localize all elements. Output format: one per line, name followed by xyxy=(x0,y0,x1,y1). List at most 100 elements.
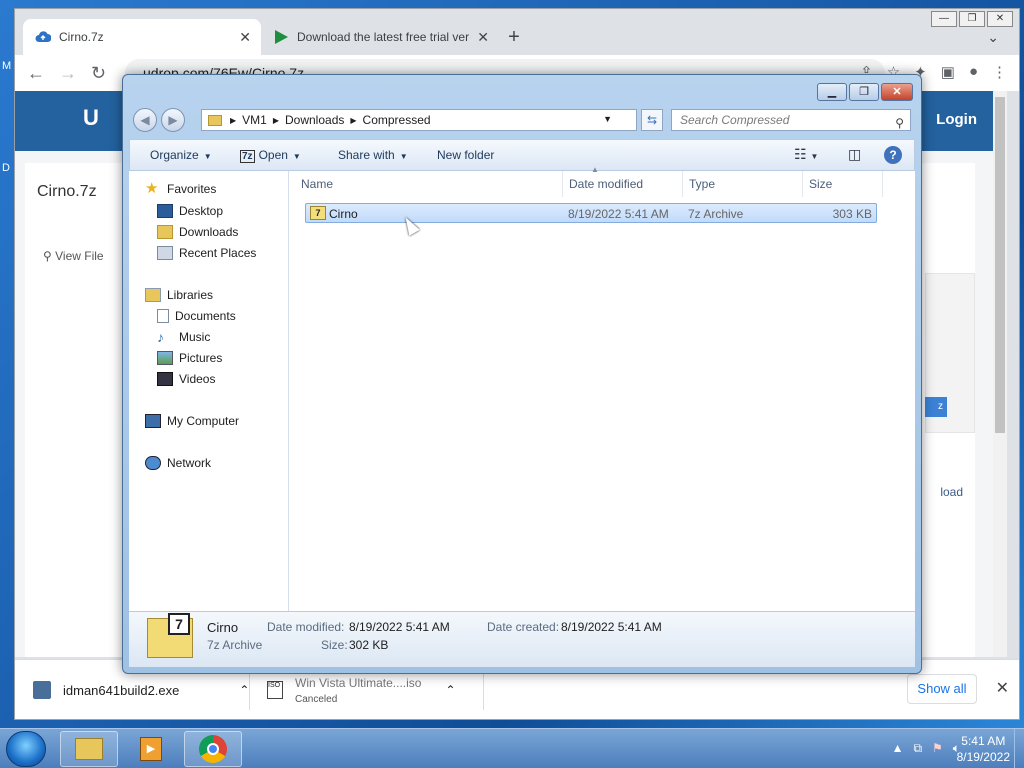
help-icon[interactable]: ? xyxy=(884,146,902,164)
search-icon[interactable]: ⚲ xyxy=(895,113,904,133)
command-bar: Organize ▼ 7z Open ▼ Share with ▼ New folder… xyxy=(129,139,915,171)
scrollbar-thumb[interactable] xyxy=(995,97,1005,433)
nav-music[interactable]: ♪ Music xyxy=(157,327,210,347)
chevron-down-icon[interactable]: ▼ xyxy=(603,114,612,124)
downloads-folder-icon xyxy=(157,225,173,239)
taskbar-chrome[interactable] xyxy=(184,731,242,767)
column-header-date[interactable]: Date modified xyxy=(563,171,683,197)
eye-icon: ⚲ xyxy=(43,249,56,263)
action-center-flag-icon[interactable]: ⚑ xyxy=(932,741,943,756)
login-link[interactable]: Login xyxy=(936,111,977,128)
view-file-link[interactable]: ⚲ View File xyxy=(43,249,104,263)
column-header-type[interactable]: Type xyxy=(683,171,803,197)
back-icon[interactable]: ◀ xyxy=(133,108,157,132)
breadcrumb[interactable]: ▶ VM1 ▶ Downloads ▶ Compressed ▼ xyxy=(201,109,637,131)
organize-button[interactable]: Organize ▼ xyxy=(150,148,212,162)
share-with-button[interactable]: Share with ▼ xyxy=(338,148,408,162)
chevron-right-icon[interactable]: ▶ xyxy=(230,116,236,125)
open-button[interactable]: 7z Open ▼ xyxy=(240,148,301,163)
chevron-up-icon[interactable]: ⌃ xyxy=(239,683,249,697)
chevron-down-icon[interactable]: ⌄ xyxy=(987,29,999,46)
file-row[interactable]: 7 Cirno 8/19/2022 5:41 AM 7z Archive 303… xyxy=(305,203,877,223)
nav-label: Network xyxy=(167,456,212,470)
show-all-button[interactable]: Show all xyxy=(907,674,977,704)
nav-pictures[interactable]: Pictures xyxy=(157,348,222,368)
breadcrumb-item[interactable]: Compressed xyxy=(363,113,431,127)
nav-videos[interactable]: Videos xyxy=(157,369,215,389)
desktop-icon xyxy=(157,204,173,218)
preview-pane-icon[interactable]: ◫ xyxy=(848,146,861,163)
file-list: Name ▲ Date modified Type Size 7 Cirno 8… xyxy=(289,165,915,611)
nav-label: My Computer xyxy=(167,414,240,428)
tab-close-icon[interactable]: ✕ xyxy=(477,29,489,46)
back-icon[interactable]: ← xyxy=(27,63,45,84)
close-button[interactable]: ✕ xyxy=(881,83,913,101)
profile-icon[interactable]: ● xyxy=(969,63,978,81)
refresh-icon[interactable]: ⇆ xyxy=(641,109,663,131)
column-header-size[interactable]: Size xyxy=(803,171,883,197)
tab-cirno[interactable]: Cirno.7z ✕ xyxy=(23,19,261,55)
taskbar-media-player[interactable]: ▶ xyxy=(122,731,180,767)
nav-label: Libraries xyxy=(167,288,214,302)
show-desktop-button[interactable] xyxy=(1014,729,1024,768)
column-header-name[interactable]: Name xyxy=(295,171,563,197)
download-link[interactable]: load xyxy=(940,485,963,499)
breadcrumb-item[interactable]: Downloads xyxy=(285,113,344,127)
file-title: Cirno.7z xyxy=(37,183,97,200)
nav-label: Pictures xyxy=(179,351,223,365)
navigation-pane: ★ Favorites Desktop Downloads Recent Pla… xyxy=(129,171,289,611)
download-button[interactable]: z xyxy=(925,397,947,417)
chevron-up-icon[interactable]: ⌃ xyxy=(445,683,455,697)
taskbar-explorer[interactable] xyxy=(60,731,118,767)
nav-favorites[interactable]: ★ Favorites xyxy=(145,179,216,199)
site-logo[interactable]: U xyxy=(83,105,99,131)
new-folder-button[interactable]: New folder xyxy=(437,148,494,162)
new-tab-button[interactable]: + xyxy=(499,19,529,55)
tab-close-icon[interactable]: ✕ xyxy=(239,29,251,46)
menu-icon[interactable]: ⋮ xyxy=(992,63,1007,81)
chevron-up-icon[interactable]: ▲ xyxy=(892,741,904,756)
forward-icon[interactable]: ▶ xyxy=(161,108,185,132)
nav-my-computer[interactable]: My Computer xyxy=(145,411,239,431)
detail-modified: 8/19/2022 5:41 AM xyxy=(349,620,450,634)
nav-libraries[interactable]: Libraries xyxy=(145,285,213,305)
reload-icon[interactable]: ↻ xyxy=(91,63,106,84)
view-file-label: View File xyxy=(55,249,104,263)
search-placeholder: Search Compressed xyxy=(680,113,790,127)
maximize-button[interactable]: ❐ xyxy=(959,11,985,27)
tab-download-trial[interactable]: Download the latest free trial ver ✕ xyxy=(261,19,499,55)
view-options-icon[interactable]: ☷ ▼ xyxy=(794,146,818,163)
detail-size: 302 KB xyxy=(349,638,389,652)
breadcrumb-item[interactable]: VM1 xyxy=(242,113,267,127)
nav-label: Downloads xyxy=(179,225,239,239)
file-size: 303 KB xyxy=(832,207,872,221)
nav-documents[interactable]: Documents xyxy=(157,306,236,326)
page-scrollbar[interactable] xyxy=(993,91,1007,657)
column-label: Date modified xyxy=(569,177,644,191)
detail-created-label: Date created: xyxy=(487,620,560,634)
forward-icon[interactable]: → xyxy=(59,63,77,84)
chrome-icon xyxy=(199,735,227,763)
explorer-window: ▁ ❐ ✕ ◀ ▶ ▶ VM1 ▶ Downloads ▶ Compressed… xyxy=(122,74,922,674)
side-panel-icon[interactable]: ▣ xyxy=(941,63,955,81)
clock[interactable]: 5:41 AM 8/19/2022 xyxy=(957,733,1010,765)
chevron-right-icon[interactable]: ▶ xyxy=(350,116,356,125)
close-button[interactable]: ✕ xyxy=(987,11,1013,27)
minimize-button[interactable]: ▁ xyxy=(817,83,847,101)
nav-downloads[interactable]: Downloads xyxy=(157,222,238,242)
chevron-right-icon[interactable]: ▶ xyxy=(273,116,279,125)
search-input[interactable]: Search Compressed ⚲ xyxy=(671,109,911,131)
pictures-icon xyxy=(157,351,173,365)
start-button[interactable] xyxy=(6,731,46,767)
nav-desktop[interactable]: Desktop xyxy=(157,201,223,221)
close-icon[interactable]: ✕ xyxy=(996,678,1009,698)
maximize-button[interactable]: ❐ xyxy=(849,83,879,101)
network-icon[interactable]: ⧉ xyxy=(913,741,922,756)
address-row: ◀ ▶ ▶ VM1 ▶ Downloads ▶ Compressed ▼ ⇆ S… xyxy=(131,105,915,135)
nav-network[interactable]: Network xyxy=(145,453,211,473)
details-pane: 7 Cirno 7z Archive Date modified: 8/19/2… xyxy=(129,611,915,667)
nav-recent-places[interactable]: Recent Places xyxy=(157,243,256,263)
minimize-button[interactable]: — xyxy=(931,11,957,27)
download-status: Canceled xyxy=(295,693,338,705)
nav-label: Music xyxy=(179,330,211,344)
